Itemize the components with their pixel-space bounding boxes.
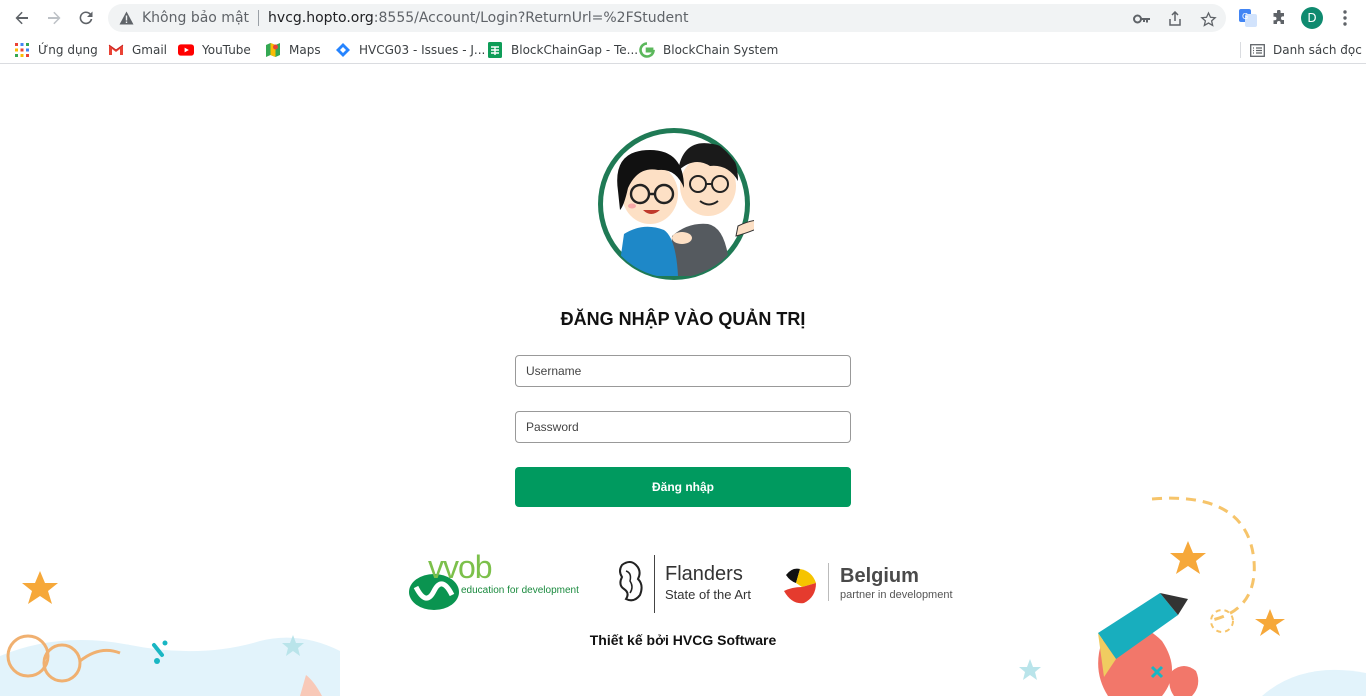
bookmark-label: BlockChain System — [663, 43, 779, 57]
flanders-divider — [654, 555, 655, 613]
login-page: ĐĂNG NHẬP VÀO QUẢN TRỊ Đăng nhập vvob ed… — [0, 65, 1366, 696]
reload-icon[interactable] — [72, 6, 100, 30]
address-bar[interactable]: Không bảo mật hvcg.hopto.org:8555/Accoun… — [108, 4, 1226, 32]
bookmark-label: Maps — [289, 43, 321, 57]
bookmark-hvcg03-issues[interactable]: HVCG03 - Issues - J... — [335, 40, 485, 60]
belgium-tagline: partner in development — [840, 589, 953, 601]
google-translate-icon[interactable]: G — [1237, 7, 1259, 29]
password-input[interactable] — [515, 411, 851, 443]
reading-list-label: Danh sách đọc — [1273, 43, 1362, 57]
belgium-wordmark: Belgium — [840, 565, 919, 587]
bookmark-maps[interactable]: Maps — [265, 40, 321, 60]
vvob-tagline: education for development — [461, 585, 579, 596]
bottom-right-rocket-decoration — [1019, 496, 1366, 696]
share-icon[interactable] — [1165, 10, 1185, 28]
login-title: ĐĂNG NHẬP VÀO QUẢN TRỊ — [560, 309, 806, 329]
jira-icon — [335, 42, 351, 58]
bookmark-gmail[interactable]: Gmail — [108, 40, 167, 60]
username-input[interactable] — [515, 355, 851, 387]
flanders-logo: Flanders State of the Art — [616, 555, 766, 615]
youtube-icon — [178, 42, 194, 58]
url-path: :8555/Account/Login?ReturnUrl=%2FStudent — [373, 10, 689, 26]
bookmark-blockchain-system[interactable]: BlockChain System — [639, 40, 778, 60]
security-label[interactable]: Không bảo mật — [142, 10, 249, 26]
profile-avatar[interactable]: D — [1301, 7, 1323, 29]
bookmark-label: YouTube — [202, 43, 251, 57]
browser-toolbar: Không bảo mật hvcg.hopto.org:8555/Accoun… — [0, 0, 1366, 36]
url-host: hvcg.hopto.org — [268, 10, 374, 26]
omnibox-divider — [258, 10, 260, 26]
bookmark-divider — [1240, 42, 1241, 58]
bookmark-label: BlockChainGap - Te... — [511, 43, 639, 57]
url-text[interactable]: hvcg.hopto.org:8555/Account/Login?Return… — [268, 10, 688, 26]
maps-icon — [265, 42, 281, 58]
g-logo-icon — [639, 42, 655, 58]
apps-grid-icon — [14, 42, 30, 58]
flanders-wordmark: Flanders — [665, 563, 743, 585]
bookmark-blockchaingap[interactable]: BlockChainGap - Te... — [487, 40, 638, 60]
forward-arrow-icon[interactable] — [40, 6, 68, 30]
warning-triangle-icon[interactable] — [118, 10, 134, 26]
login-avatar-illustration — [598, 128, 754, 280]
bookmarks-bar: Ứng dụng Gmail YouTube Maps HVCG03 - Iss… — [0, 36, 1366, 64]
flanders-lion-icon — [619, 561, 643, 602]
vvob-wordmark: vvob — [428, 549, 493, 585]
star-bookmark-icon[interactable] — [1198, 10, 1218, 28]
key-icon[interactable] — [1132, 10, 1152, 28]
belgium-flag-icon — [784, 568, 816, 604]
bookmark-youtube[interactable]: YouTube — [178, 40, 251, 60]
bookmark-label: HVCG03 - Issues - J... — [359, 43, 486, 57]
vvob-logo: vvob education for development — [408, 549, 580, 613]
login-button[interactable]: Đăng nhập — [515, 467, 851, 507]
sheet-icon — [487, 42, 503, 58]
bookmark-apps[interactable]: Ứng dụng — [14, 40, 98, 60]
belgium-divider — [828, 563, 829, 601]
svg-text:G: G — [1242, 12, 1248, 21]
flanders-tagline: State of the Art — [665, 587, 751, 602]
reading-list-button[interactable]: Danh sách đọc — [1240, 40, 1362, 60]
belgium-logo: Belgium partner in development — [782, 561, 962, 609]
extensions-puzzle-icon[interactable] — [1268, 7, 1290, 29]
bookmark-label: Gmail — [132, 43, 168, 57]
gmail-icon — [108, 42, 124, 58]
back-arrow-icon[interactable] — [8, 6, 36, 30]
more-menu-icon[interactable] — [1334, 7, 1356, 29]
bottom-left-decoration — [0, 571, 340, 696]
reading-list-icon — [1250, 43, 1265, 57]
bookmark-label: Ứng dụng — [38, 43, 98, 57]
